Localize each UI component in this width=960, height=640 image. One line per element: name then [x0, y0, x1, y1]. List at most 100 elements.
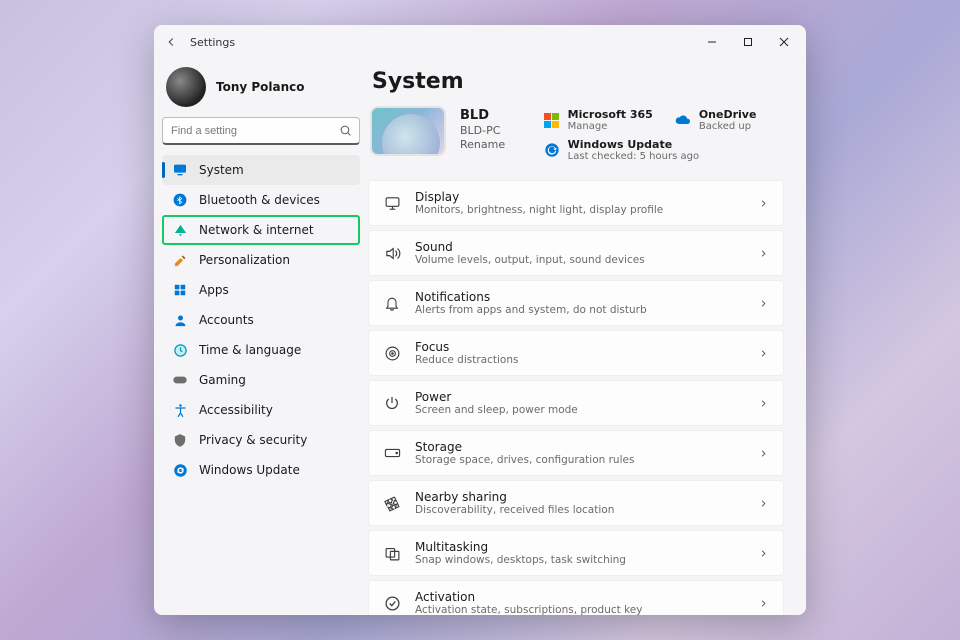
gaming-icon	[172, 372, 188, 388]
chevron-right-icon	[758, 348, 769, 359]
sound-icon	[383, 244, 401, 262]
card-subtitle: Snap windows, desktops, task switching	[415, 554, 744, 566]
card-title: Display	[415, 190, 744, 204]
card-title: Notifications	[415, 290, 744, 304]
tile-m365-title: Microsoft 365	[568, 108, 653, 121]
chevron-right-icon	[758, 248, 769, 259]
search-icon	[339, 124, 352, 137]
card-multitasking[interactable]: MultitaskingSnap windows, desktops, task…	[368, 530, 784, 576]
network-icon	[172, 222, 188, 238]
search-input[interactable]	[162, 117, 360, 145]
maximize-button[interactable]	[730, 28, 766, 56]
rename-link[interactable]: Rename	[460, 138, 505, 151]
sidebar-item-label: Accounts	[199, 313, 254, 327]
settings-card-list: DisplayMonitors, brightness, night light…	[368, 180, 784, 615]
chevron-right-icon	[758, 398, 769, 409]
power-icon	[383, 394, 401, 412]
titlebar: Settings	[154, 25, 806, 59]
minimize-button[interactable]	[694, 28, 730, 56]
card-subtitle: Alerts from apps and system, do not dist…	[415, 304, 744, 316]
sidebar-item-label: Network & internet	[199, 223, 314, 237]
sidebar-item-bluetooth[interactable]: Bluetooth & devices	[162, 185, 360, 215]
card-title: Nearby sharing	[415, 490, 744, 504]
focus-icon	[383, 344, 401, 362]
accounts-icon	[172, 312, 188, 328]
sidebar-item-system[interactable]: System	[162, 155, 360, 185]
sidebar-item-label: Privacy & security	[199, 433, 307, 447]
tile-m365-sub: Manage	[568, 121, 653, 132]
sidebar-item-label: Accessibility	[199, 403, 273, 417]
chevron-right-icon	[758, 598, 769, 609]
user-name: Tony Polanco	[216, 80, 305, 94]
sidebar-item-time[interactable]: Time & language	[162, 335, 360, 365]
storage-icon	[383, 444, 401, 462]
apps-icon	[172, 282, 188, 298]
sidebar-item-label: Bluetooth & devices	[199, 193, 320, 207]
sidebar-item-label: Apps	[199, 283, 229, 297]
card-power[interactable]: PowerScreen and sleep, power mode	[368, 380, 784, 426]
microsoft-logo-icon	[544, 112, 560, 128]
device-name: BLD	[460, 108, 505, 123]
sidebar-item-accounts[interactable]: Accounts	[162, 305, 360, 335]
cloud-icon	[675, 112, 691, 128]
profile[interactable]: Tony Polanco	[162, 67, 360, 117]
card-subtitle: Monitors, brightness, night light, displ…	[415, 204, 744, 216]
activation-icon	[383, 594, 401, 612]
tile-wu-title: Windows Update	[568, 138, 699, 151]
card-title: Sound	[415, 240, 744, 254]
tile-onedrive-sub: Backed up	[699, 121, 757, 132]
window-title: Settings	[190, 36, 235, 49]
sidebar-item-network[interactable]: Network & internet	[162, 215, 360, 245]
chevron-right-icon	[758, 198, 769, 209]
multitasking-icon	[383, 544, 401, 562]
tile-wu-sub: Last checked: 5 hours ago	[568, 151, 699, 162]
system-icon	[172, 162, 188, 178]
device-thumbnail[interactable]	[372, 108, 444, 154]
sidebar-item-gaming[interactable]: Gaming	[162, 365, 360, 395]
tile-onedrive[interactable]: OneDriveBacked up	[675, 108, 784, 132]
display-icon	[383, 194, 401, 212]
card-display[interactable]: DisplayMonitors, brightness, night light…	[368, 180, 784, 226]
update-icon	[544, 142, 560, 158]
sidebar-item-label: Windows Update	[199, 463, 300, 477]
card-subtitle: Reduce distractions	[415, 354, 744, 366]
card-sound[interactable]: SoundVolume levels, output, input, sound…	[368, 230, 784, 276]
device-hero: BLD BLD-PC Rename Microsoft 365Manage On…	[368, 108, 784, 162]
card-subtitle: Storage space, drives, configuration rul…	[415, 454, 744, 466]
main-content: System BLD BLD-PC Rename Microsoft 365Ma…	[368, 59, 806, 615]
sidebar-item-label: System	[199, 163, 244, 177]
card-subtitle: Activation state, subscriptions, product…	[415, 604, 744, 615]
card-subtitle: Screen and sleep, power mode	[415, 404, 744, 416]
sidebar-item-privacy[interactable]: Privacy & security	[162, 425, 360, 455]
sidebar-item-label: Gaming	[199, 373, 246, 387]
card-notifications[interactable]: NotificationsAlerts from apps and system…	[368, 280, 784, 326]
chevron-right-icon	[758, 548, 769, 559]
card-subtitle: Volume levels, output, input, sound devi…	[415, 254, 744, 266]
nearby-icon	[383, 494, 401, 512]
sidebar-item-personalization[interactable]: Personalization	[162, 245, 360, 275]
update-icon	[172, 462, 188, 478]
back-button[interactable]	[164, 35, 178, 49]
card-title: Storage	[415, 440, 744, 454]
chevron-right-icon	[758, 298, 769, 309]
card-activation[interactable]: ActivationActivation state, subscription…	[368, 580, 784, 615]
avatar	[166, 67, 206, 107]
sidebar-item-apps[interactable]: Apps	[162, 275, 360, 305]
sidebar-item-update[interactable]: Windows Update	[162, 455, 360, 485]
card-title: Focus	[415, 340, 744, 354]
card-nearby-sharing[interactable]: Nearby sharingDiscoverability, received …	[368, 480, 784, 526]
card-title: Multitasking	[415, 540, 744, 554]
card-focus[interactable]: FocusReduce distractions	[368, 330, 784, 376]
page-title: System	[372, 69, 784, 94]
tile-m365[interactable]: Microsoft 365Manage	[544, 108, 653, 132]
time-icon	[172, 342, 188, 358]
sidebar: Tony Polanco System Bluetooth & devices Ne…	[154, 59, 368, 615]
bluetooth-icon	[172, 192, 188, 208]
privacy-icon	[172, 432, 188, 448]
tile-onedrive-title: OneDrive	[699, 108, 757, 121]
card-storage[interactable]: StorageStorage space, drives, configurat…	[368, 430, 784, 476]
sidebar-item-accessibility[interactable]: Accessibility	[162, 395, 360, 425]
tile-windows-update[interactable]: Windows UpdateLast checked: 5 hours ago	[544, 138, 784, 162]
card-subtitle: Discoverability, received files location	[415, 504, 744, 516]
close-button[interactable]	[766, 28, 802, 56]
